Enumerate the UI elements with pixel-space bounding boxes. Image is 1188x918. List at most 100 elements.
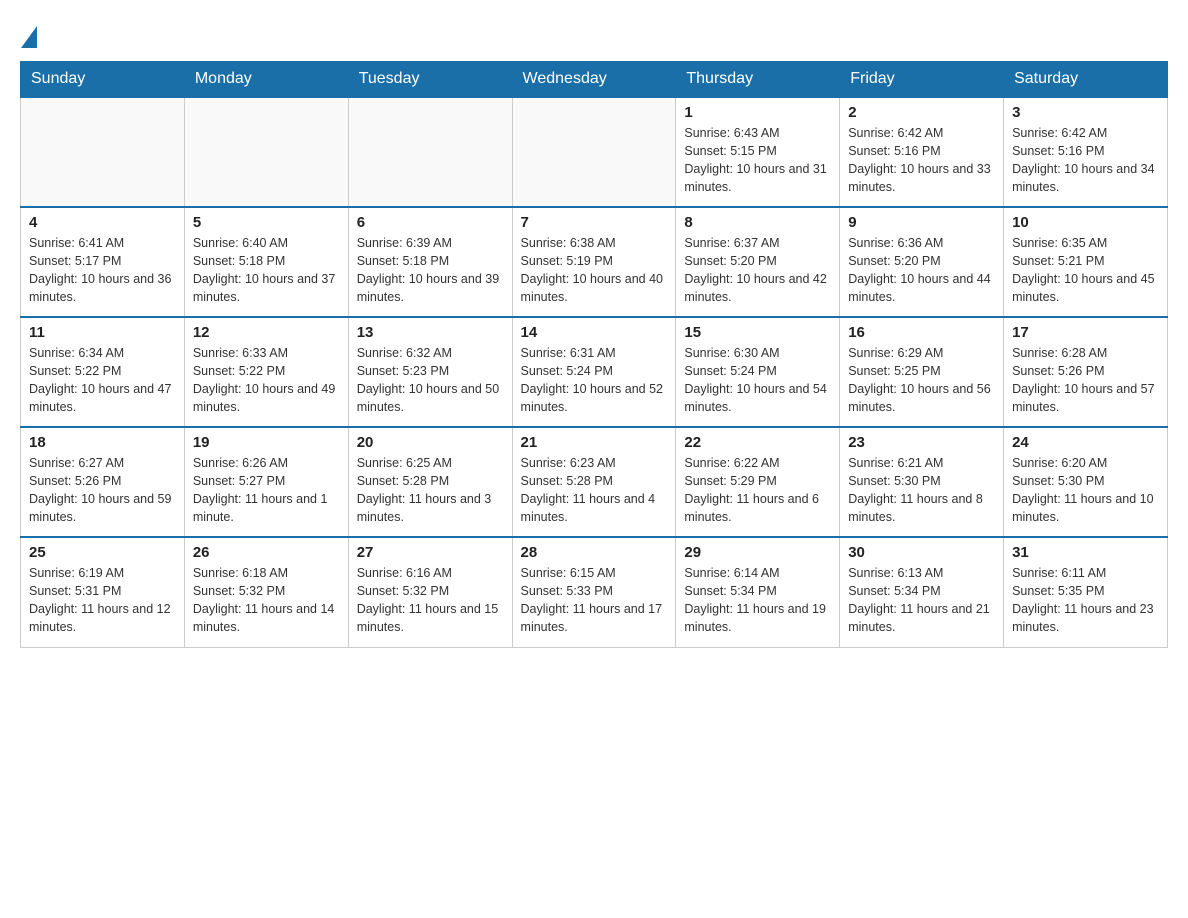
day-info: Sunrise: 6:36 AMSunset: 5:20 PMDaylight:… bbox=[848, 234, 995, 307]
day-info: Sunrise: 6:19 AMSunset: 5:31 PMDaylight:… bbox=[29, 564, 176, 637]
day-info: Sunrise: 6:25 AMSunset: 5:28 PMDaylight:… bbox=[357, 454, 504, 527]
day-number: 8 bbox=[684, 214, 831, 231]
calendar-cell: 2 Sunrise: 6:42 AMSunset: 5:16 PMDaylight… bbox=[840, 97, 1004, 207]
logo-triangle-icon bbox=[21, 21, 37, 51]
day-number: 12 bbox=[193, 324, 340, 341]
calendar-cell: 25 Sunrise: 6:19 AMSunset: 5:31 PMDayligh… bbox=[21, 537, 185, 647]
calendar-cell: 23 Sunrise: 6:21 AMSunset: 5:30 PMDayligh… bbox=[840, 427, 1004, 537]
calendar-cell: 22Sunrise: 6:22 AMSunset: 5:29 PMDayligh… bbox=[676, 427, 840, 537]
day-number: 23 bbox=[848, 434, 995, 451]
calendar-cell: 29 Sunrise: 6:14 AMSunset: 5:34 PMDayligh… bbox=[676, 537, 840, 647]
day-info: Sunrise: 6:39 AMSunset: 5:18 PMDaylight:… bbox=[357, 234, 504, 307]
calendar-week-3: 11 Sunrise: 6:34 AMSunset: 5:22 PMDayligh… bbox=[21, 317, 1168, 427]
calendar-cell bbox=[348, 97, 512, 207]
day-number: 16 bbox=[848, 324, 995, 341]
calendar-cell: 31 Sunrise: 6:11 AMSunset: 5:35 PMDayligh… bbox=[1004, 537, 1168, 647]
day-info: Sunrise: 6:34 AMSunset: 5:22 PMDaylight:… bbox=[29, 344, 176, 417]
day-number: 25 bbox=[29, 544, 176, 561]
calendar-week-1: 1 Sunrise: 6:43 AMSunset: 5:15 PMDaylight… bbox=[21, 97, 1168, 207]
calendar-cell: 16 Sunrise: 6:29 AMSunset: 5:25 PMDayligh… bbox=[840, 317, 1004, 427]
day-number: 2 bbox=[848, 104, 995, 121]
weekday-header-wednesday: Wednesday bbox=[512, 62, 676, 98]
day-number: 26 bbox=[193, 544, 340, 561]
day-number: 3 bbox=[1012, 104, 1159, 121]
day-number: 7 bbox=[521, 214, 668, 231]
day-info: Sunrise: 6:16 AMSunset: 5:32 PMDaylight:… bbox=[357, 564, 504, 637]
day-info: Sunrise: 6:21 AMSunset: 5:30 PMDaylight:… bbox=[848, 454, 995, 527]
calendar-week-4: 18 Sunrise: 6:27 AMSunset: 5:26 PMDayligh… bbox=[21, 427, 1168, 537]
calendar-cell: 30 Sunrise: 6:13 AMSunset: 5:34 PMDayligh… bbox=[840, 537, 1004, 647]
day-number: 9 bbox=[848, 214, 995, 231]
calendar-cell: 5 Sunrise: 6:40 AMSunset: 5:18 PMDaylight… bbox=[184, 207, 348, 317]
day-info: Sunrise: 6:26 AMSunset: 5:27 PMDaylight:… bbox=[193, 454, 340, 527]
page-header bbox=[20, 20, 1168, 51]
day-info: Sunrise: 6:41 AMSunset: 5:17 PMDaylight:… bbox=[29, 234, 176, 307]
day-number: 24 bbox=[1012, 434, 1159, 451]
logo bbox=[20, 20, 37, 51]
calendar-cell: 10Sunrise: 6:35 AMSunset: 5:21 PMDayligh… bbox=[1004, 207, 1168, 317]
day-info: Sunrise: 6:18 AMSunset: 5:32 PMDaylight:… bbox=[193, 564, 340, 637]
weekday-header-tuesday: Tuesday bbox=[348, 62, 512, 98]
day-number: 11 bbox=[29, 324, 176, 341]
day-info: Sunrise: 6:42 AMSunset: 5:16 PMDaylight:… bbox=[1012, 124, 1159, 197]
calendar-cell bbox=[512, 97, 676, 207]
calendar-cell: 7 Sunrise: 6:38 AMSunset: 5:19 PMDaylight… bbox=[512, 207, 676, 317]
day-info: Sunrise: 6:33 AMSunset: 5:22 PMDaylight:… bbox=[193, 344, 340, 417]
day-number: 18 bbox=[29, 434, 176, 451]
calendar-table: SundayMondayTuesdayWednesdayThursdayFrid… bbox=[20, 61, 1168, 648]
day-number: 31 bbox=[1012, 544, 1159, 561]
calendar-week-5: 25 Sunrise: 6:19 AMSunset: 5:31 PMDayligh… bbox=[21, 537, 1168, 647]
calendar-cell bbox=[21, 97, 185, 207]
day-number: 28 bbox=[521, 544, 668, 561]
day-info: Sunrise: 6:31 AMSunset: 5:24 PMDaylight:… bbox=[521, 344, 668, 417]
calendar-cell: 13Sunrise: 6:32 AMSunset: 5:23 PMDayligh… bbox=[348, 317, 512, 427]
day-number: 5 bbox=[193, 214, 340, 231]
day-info: Sunrise: 6:42 AMSunset: 5:16 PMDaylight:… bbox=[848, 124, 995, 197]
day-info: Sunrise: 6:37 AMSunset: 5:20 PMDaylight:… bbox=[684, 234, 831, 307]
calendar-cell: 24 Sunrise: 6:20 AMSunset: 5:30 PMDayligh… bbox=[1004, 427, 1168, 537]
calendar-cell: 3 Sunrise: 6:42 AMSunset: 5:16 PMDaylight… bbox=[1004, 97, 1168, 207]
day-info: Sunrise: 6:29 AMSunset: 5:25 PMDaylight:… bbox=[848, 344, 995, 417]
day-number: 27 bbox=[357, 544, 504, 561]
day-number: 30 bbox=[848, 544, 995, 561]
calendar-header-row: SundayMondayTuesdayWednesdayThursdayFrid… bbox=[21, 62, 1168, 98]
day-info: Sunrise: 6:27 AMSunset: 5:26 PMDaylight:… bbox=[29, 454, 176, 527]
day-info: Sunrise: 6:14 AMSunset: 5:34 PMDaylight:… bbox=[684, 564, 831, 637]
calendar-cell: 15Sunrise: 6:30 AMSunset: 5:24 PMDayligh… bbox=[676, 317, 840, 427]
day-info: Sunrise: 6:11 AMSunset: 5:35 PMDaylight:… bbox=[1012, 564, 1159, 637]
day-number: 13 bbox=[357, 324, 504, 341]
calendar-cell: 20 Sunrise: 6:25 AMSunset: 5:28 PMDayligh… bbox=[348, 427, 512, 537]
calendar-week-2: 4 Sunrise: 6:41 AMSunset: 5:17 PMDaylight… bbox=[21, 207, 1168, 317]
calendar-cell: 8 Sunrise: 6:37 AMSunset: 5:20 PMDaylight… bbox=[676, 207, 840, 317]
day-info: Sunrise: 6:40 AMSunset: 5:18 PMDaylight:… bbox=[193, 234, 340, 307]
day-number: 20 bbox=[357, 434, 504, 451]
day-number: 14 bbox=[521, 324, 668, 341]
day-number: 17 bbox=[1012, 324, 1159, 341]
weekday-header-saturday: Saturday bbox=[1004, 62, 1168, 98]
day-info: Sunrise: 6:30 AMSunset: 5:24 PMDaylight:… bbox=[684, 344, 831, 417]
calendar-cell bbox=[184, 97, 348, 207]
calendar-cell: 6 Sunrise: 6:39 AMSunset: 5:18 PMDaylight… bbox=[348, 207, 512, 317]
day-info: Sunrise: 6:15 AMSunset: 5:33 PMDaylight:… bbox=[521, 564, 668, 637]
day-number: 19 bbox=[193, 434, 340, 451]
day-info: Sunrise: 6:43 AMSunset: 5:15 PMDaylight:… bbox=[684, 124, 831, 197]
calendar-cell: 27 Sunrise: 6:16 AMSunset: 5:32 PMDayligh… bbox=[348, 537, 512, 647]
calendar-cell: 4 Sunrise: 6:41 AMSunset: 5:17 PMDaylight… bbox=[21, 207, 185, 317]
day-info: Sunrise: 6:13 AMSunset: 5:34 PMDaylight:… bbox=[848, 564, 995, 637]
day-info: Sunrise: 6:22 AMSunset: 5:29 PMDaylight:… bbox=[684, 454, 831, 527]
day-info: Sunrise: 6:23 AMSunset: 5:28 PMDaylight:… bbox=[521, 454, 668, 527]
day-number: 21 bbox=[521, 434, 668, 451]
weekday-header-sunday: Sunday bbox=[21, 62, 185, 98]
calendar-cell: 11 Sunrise: 6:34 AMSunset: 5:22 PMDayligh… bbox=[21, 317, 185, 427]
day-number: 4 bbox=[29, 214, 176, 231]
day-info: Sunrise: 6:20 AMSunset: 5:30 PMDaylight:… bbox=[1012, 454, 1159, 527]
calendar-cell: 9 Sunrise: 6:36 AMSunset: 5:20 PMDaylight… bbox=[840, 207, 1004, 317]
day-number: 29 bbox=[684, 544, 831, 561]
day-number: 1 bbox=[684, 104, 831, 121]
day-info: Sunrise: 6:38 AMSunset: 5:19 PMDaylight:… bbox=[521, 234, 668, 307]
weekday-header-friday: Friday bbox=[840, 62, 1004, 98]
day-info: Sunrise: 6:28 AMSunset: 5:26 PMDaylight:… bbox=[1012, 344, 1159, 417]
calendar-cell: 1 Sunrise: 6:43 AMSunset: 5:15 PMDaylight… bbox=[676, 97, 840, 207]
day-number: 6 bbox=[357, 214, 504, 231]
calendar-cell: 19 Sunrise: 6:26 AMSunset: 5:27 PMDayligh… bbox=[184, 427, 348, 537]
